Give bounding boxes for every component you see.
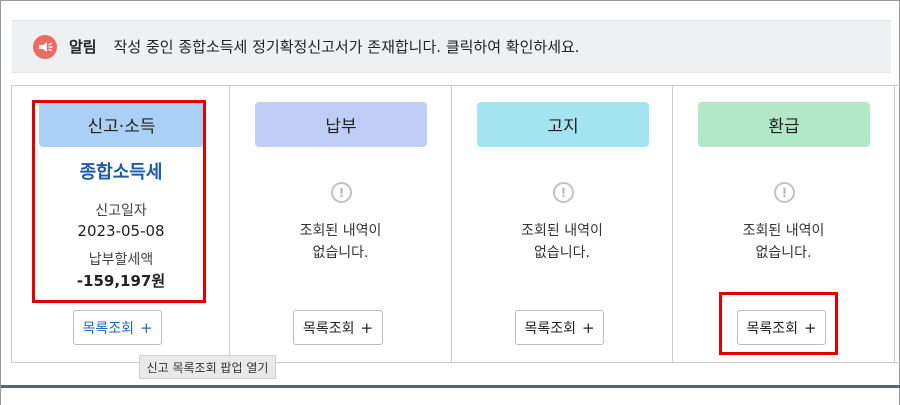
- column-header-label: 납부: [325, 117, 357, 137]
- empty-message-line2: 없습니다.: [534, 245, 590, 261]
- button-label: 목록조회: [82, 320, 134, 337]
- plus-icon: +: [803, 318, 817, 337]
- exclamation-icon: !: [331, 182, 352, 203]
- column-header-payment: 납부: [255, 102, 427, 147]
- megaphone-icon: [33, 34, 57, 59]
- exclamation-icon: !: [774, 182, 795, 203]
- column-notice: 고지 ! 조회된 내역이 없습니다. 목록조회 +: [452, 86, 673, 362]
- column-filing-income: 신고·소득 종합소득세 신고일자 2023-05-08 납부할세액 -159,1…: [12, 86, 230, 362]
- tax-summary-grid: 신고·소득 종합소득세 신고일자 2023-05-08 납부할세액 -159,1…: [11, 85, 900, 363]
- empty-message-line2: 없습니다.: [312, 245, 369, 261]
- notice-list-button[interactable]: 목록조회 +: [515, 310, 604, 345]
- plus-icon: +: [360, 318, 374, 337]
- tax-due-value: -159,197원: [76, 272, 166, 290]
- exclamation-icon: !: [553, 182, 574, 203]
- filing-list-button[interactable]: 목록조회 +: [73, 310, 162, 345]
- column-refund: 환급 ! 조회된 내역이 없습니다. 목록조회 +: [673, 86, 895, 362]
- payment-list-button[interactable]: 목록조회 +: [293, 310, 383, 345]
- alert-title: 알림: [69, 38, 97, 56]
- filing-date-value: 2023-05-08: [77, 222, 165, 240]
- filing-date-label: 신고일자: [95, 203, 147, 219]
- column-header-label: 신고·소득: [87, 117, 156, 137]
- empty-message-line1: 조회된 내역이: [742, 223, 825, 239]
- empty-message-line2: 없습니다.: [755, 245, 812, 261]
- column-header-label: 환급: [768, 117, 800, 137]
- bottom-divider: [1, 385, 900, 388]
- button-label: 목록조회: [746, 320, 798, 337]
- column-header-notice: 고지: [477, 102, 649, 147]
- tax-type-link[interactable]: 종합소득세: [12, 158, 230, 184]
- plus-icon: +: [139, 318, 153, 337]
- tooltip: 신고 목록조회 팝업 열기: [139, 355, 276, 379]
- tax-due-label: 납부할세액: [88, 252, 154, 268]
- column-header-label: 고지: [547, 117, 579, 137]
- column-header-refund: 환급: [698, 102, 870, 147]
- empty-message-line1: 조회된 내역이: [521, 223, 603, 239]
- plus-icon: +: [581, 318, 595, 337]
- alert-banner[interactable]: 알림 작성 중인 종합소득세 정기확정신고서가 존재합니다. 클릭하여 확인하세…: [12, 20, 891, 73]
- empty-message-line1: 조회된 내역이: [299, 223, 382, 239]
- alert-message[interactable]: 작성 중인 종합소득세 정기확정신고서가 존재합니다. 클릭하여 확인하세요.: [114, 36, 580, 57]
- refund-list-button[interactable]: 목록조회 +: [737, 310, 826, 345]
- button-label: 목록조회: [302, 320, 355, 337]
- page-frame: 알림 작성 중인 종합소득세 정기확정신고서가 존재합니다. 클릭하여 확인하세…: [0, 0, 900, 405]
- column-header-filing-income: 신고·소득: [39, 102, 204, 147]
- column-payment: 납부 ! 조회된 내역이 없습니다. 목록조회 +: [230, 86, 452, 362]
- button-label: 목록조회: [524, 320, 576, 337]
